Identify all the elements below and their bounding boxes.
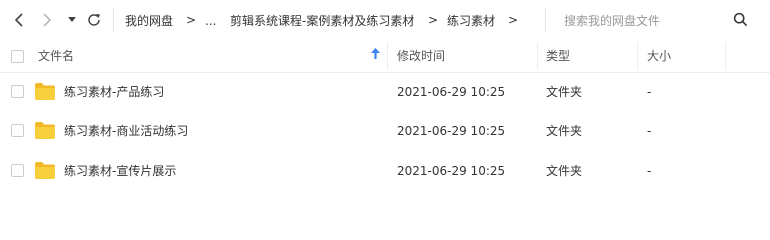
file-type: 文件夹 (546, 164, 583, 178)
navigation-toolbar: 我的网盘 > ... 剪辑系统课程-案例素材及练习素材 > 练习素材 > 搜索我… (0, 0, 770, 40)
column-header-name[interactable]: 文件名 (38, 49, 74, 63)
back-button[interactable] (8, 9, 30, 31)
breadcrumb-my-drive[interactable]: 我的网盘 (125, 13, 173, 29)
forward-icon (43, 13, 52, 27)
forward-button[interactable] (36, 9, 58, 31)
search-input[interactable]: 搜索我的网盘文件 (564, 13, 660, 29)
file-name[interactable]: 练习素材-产品练习 (64, 85, 164, 99)
back-icon (14, 13, 23, 27)
folder-icon (35, 122, 55, 139)
column-divider[interactable] (387, 42, 388, 70)
history-dropdown-button[interactable] (64, 9, 80, 31)
file-type: 文件夹 (546, 124, 583, 138)
file-size: - (647, 85, 652, 99)
column-divider[interactable] (725, 42, 726, 70)
file-name[interactable]: 练习素材-宣传片展示 (64, 164, 176, 178)
breadcrumb-separator: > (508, 13, 519, 27)
column-header-type[interactable]: 类型 (546, 49, 570, 63)
column-divider[interactable] (637, 42, 638, 70)
refresh-button[interactable] (83, 9, 105, 31)
file-type: 文件夹 (546, 85, 583, 99)
history-dropdown-icon (68, 17, 76, 22)
row-checkbox[interactable] (11, 85, 24, 98)
column-divider[interactable] (537, 42, 538, 70)
breadcrumb-ellipsis[interactable]: ... (205, 13, 216, 29)
file-size: - (647, 124, 652, 138)
file-modified: 2021-06-29 10:25 (397, 124, 506, 138)
breadcrumb-separator: > (428, 13, 439, 27)
file-row[interactable]: 练习素材-产品练习 2021-06-29 10:25 文件夹 - (0, 72, 770, 112)
folder-icon (35, 162, 55, 179)
column-header-size[interactable]: 大小 (647, 49, 671, 63)
file-modified: 2021-06-29 10:25 (397, 164, 506, 178)
file-size: - (647, 164, 652, 178)
row-checkbox[interactable] (11, 164, 24, 177)
column-header-modified[interactable]: 修改时间 (397, 49, 445, 63)
row-checkbox[interactable] (11, 124, 24, 137)
file-row[interactable]: 练习素材-商业活动练习 2021-06-29 10:25 文件夹 - (0, 111, 770, 151)
sort-ascending-icon[interactable] (371, 48, 380, 60)
search-icon[interactable] (733, 12, 748, 27)
folder-icon (35, 83, 55, 100)
file-name[interactable]: 练习素材-商业活动练习 (64, 124, 188, 138)
breadcrumb-course-folder[interactable]: 剪辑系统课程-案例素材及练习素材 (230, 13, 414, 29)
breadcrumb-separator: > (186, 13, 197, 27)
toolbar-divider (113, 8, 114, 32)
select-all-checkbox[interactable] (11, 50, 24, 63)
refresh-icon (88, 14, 100, 26)
file-row[interactable]: 练习素材-宣传片展示 2021-06-29 10:25 文件夹 - (0, 151, 770, 191)
search-divider (545, 8, 546, 32)
breadcrumb-current-folder[interactable]: 练习素材 (447, 13, 495, 29)
file-modified: 2021-06-29 10:25 (397, 85, 506, 99)
